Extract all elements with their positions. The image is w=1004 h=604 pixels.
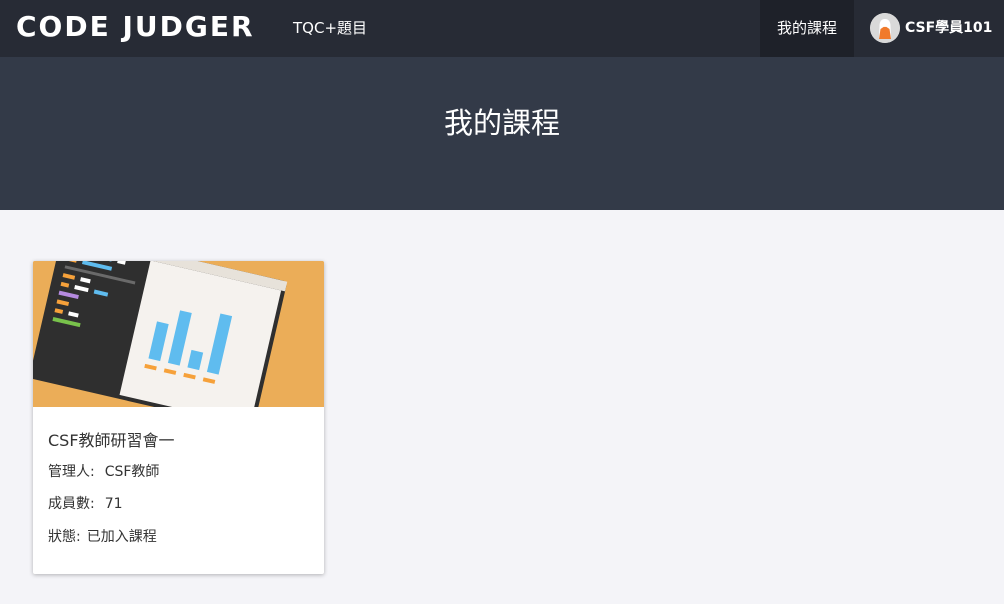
top-navbar: CODE JUDGER TQC+題目 我的課程 CSF學員101 xyxy=(0,0,1004,57)
course-manager: 管理人: CSF教師 xyxy=(48,462,159,482)
nav-link-tqc[interactable]: TQC+題目 xyxy=(293,18,367,38)
brand-logo[interactable]: CODE JUDGER xyxy=(16,10,255,44)
course-status-value: 已加入課程 xyxy=(86,529,157,545)
course-status-label: 狀態: xyxy=(48,529,81,545)
page-title: 我的課程 xyxy=(443,106,560,140)
course-card[interactable]: CSF教師研習會一 管理人: CSF教師 成員數: 71 狀態: 已加入課程 xyxy=(33,261,324,574)
user-name: CSF學員101 xyxy=(905,20,993,36)
course-manager-value: CSF教師 xyxy=(104,464,160,480)
page-header: 我的課程 xyxy=(0,57,1004,210)
user-menu[interactable]: CSF學員101 xyxy=(870,12,992,44)
course-members-value: 71 xyxy=(104,496,123,512)
code-and-chart-illustration xyxy=(33,261,324,429)
course-status: 狀態: 已加入課程 xyxy=(48,527,157,547)
course-members: 成員數: 71 xyxy=(48,494,123,514)
course-members-label: 成員數: xyxy=(48,496,95,512)
course-manager-label: 管理人: xyxy=(48,464,95,480)
nav-link-my-courses[interactable]: 我的課程 xyxy=(760,0,854,57)
course-image[interactable] xyxy=(33,261,324,429)
course-title[interactable]: CSF教師研習會一 xyxy=(48,430,175,452)
user-avatar-icon xyxy=(870,13,900,43)
